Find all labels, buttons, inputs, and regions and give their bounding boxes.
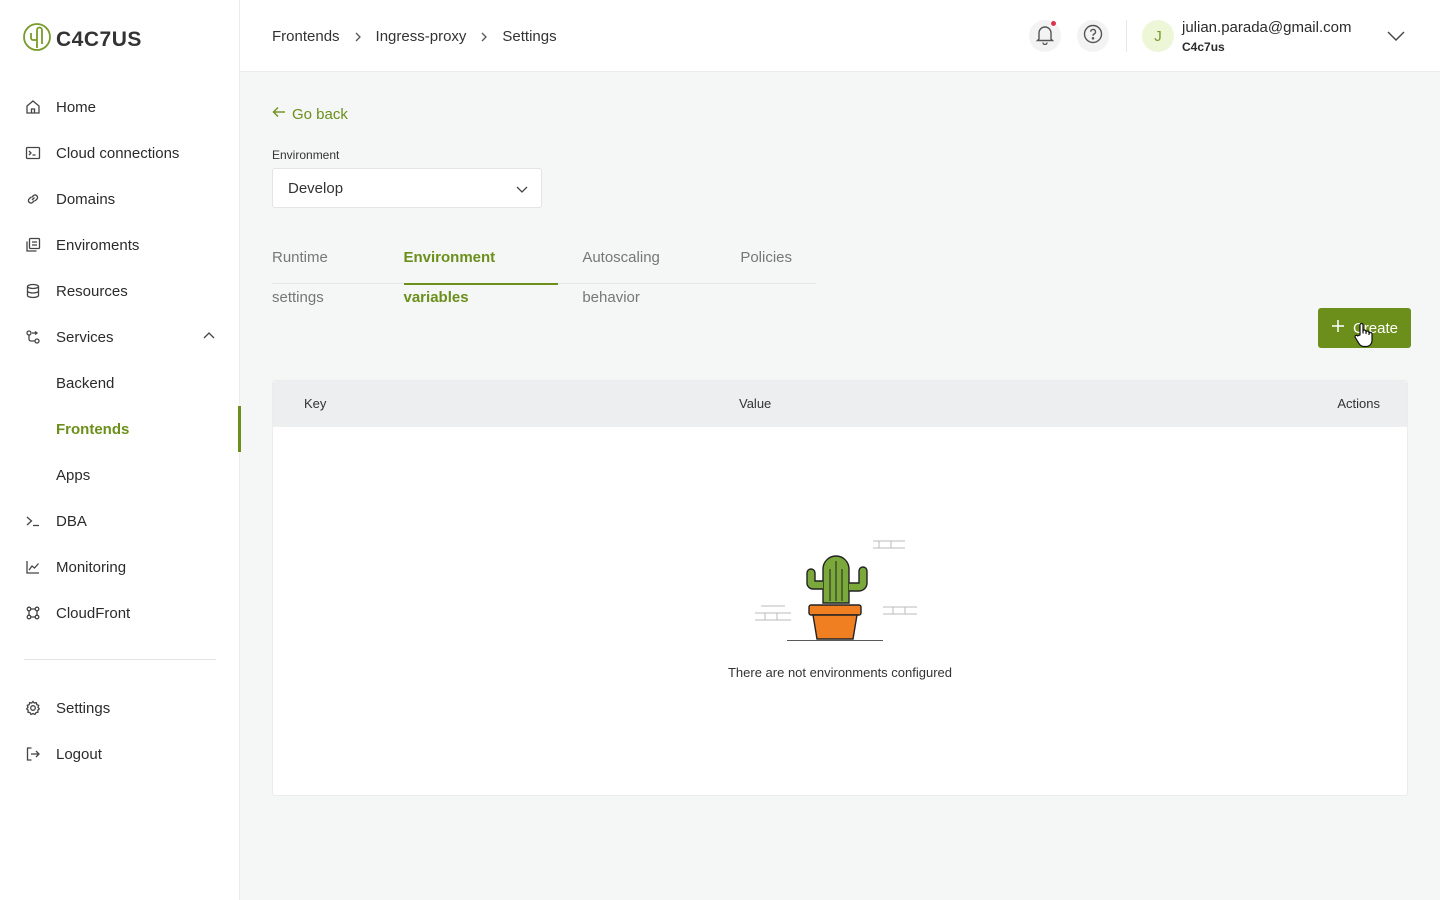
go-back-label: Go back xyxy=(292,105,348,123)
tab-autoscaling-behavior[interactable]: Autoscaling behavior xyxy=(582,238,716,306)
sidebar-item-label: Settings xyxy=(56,699,111,717)
secondary-navigation: Settings Logout xyxy=(0,685,240,777)
terminal-box-icon xyxy=(24,144,42,162)
sidebar-item-label: Enviroments xyxy=(56,236,140,254)
home-icon xyxy=(24,98,42,116)
cactus-pot-illustration-icon xyxy=(273,531,1407,641)
sidebar-item-label: Monitoring xyxy=(56,558,127,576)
sidebar-item-apps[interactable]: Apps xyxy=(0,452,240,498)
top-header: Frontends Ingress-proxy Settings J julia… xyxy=(240,0,1440,72)
breadcrumb-item-settings: Settings xyxy=(502,28,557,45)
avatar[interactable]: J xyxy=(1142,20,1174,52)
sidebar-item-monitoring[interactable]: Monitoring xyxy=(0,544,240,590)
tab-runtime-settings[interactable]: Runtime settings xyxy=(272,238,380,306)
chevron-right-icon xyxy=(478,31,490,43)
breadcrumb: Frontends Ingress-proxy Settings xyxy=(272,28,557,45)
environments-icon xyxy=(24,236,42,254)
tab-environment-variables[interactable]: Environment variables xyxy=(403,238,559,306)
brand-name: C4C7US xyxy=(56,27,142,51)
sidebar-item-settings[interactable]: Settings xyxy=(0,685,240,731)
hand-pointer-cursor-icon xyxy=(1354,322,1374,353)
chevron-up-icon[interactable] xyxy=(202,329,216,347)
sidebar-item-label: Cloud connections xyxy=(56,144,180,162)
environment-select[interactable]: Develop xyxy=(272,168,542,208)
sidebar-item-dba[interactable]: DBA xyxy=(0,498,240,544)
table-header: Key Value Actions xyxy=(273,381,1407,427)
logout-icon xyxy=(24,745,42,763)
notification-dot xyxy=(1050,20,1057,27)
settings-tabs: Runtime settings Environment variables A… xyxy=(272,238,816,306)
sidebar-item-label: Backend xyxy=(56,374,115,392)
gear-icon xyxy=(24,699,42,717)
tab-policies[interactable]: Policies xyxy=(740,238,792,284)
sidebar-item-cloudfront[interactable]: CloudFront xyxy=(0,590,240,636)
sidebar-item-label: Logout xyxy=(56,745,102,763)
help-button[interactable] xyxy=(1077,20,1109,52)
chevron-down-icon xyxy=(515,183,529,200)
breadcrumb-item-frontends[interactable]: Frontends xyxy=(272,28,340,45)
cactus-logo-icon xyxy=(22,22,52,57)
user-organization: C4c7us xyxy=(1182,40,1225,54)
sidebar-item-backend[interactable]: Backend xyxy=(0,360,240,406)
go-back-link[interactable]: Go back xyxy=(272,105,348,123)
sidebar-item-domains[interactable]: Domains xyxy=(0,176,240,222)
sidebar-item-resources[interactable]: Resources xyxy=(0,268,240,314)
environment-select-value: Develop xyxy=(288,179,344,197)
empty-state: There are not environments configured xyxy=(273,531,1407,680)
chevron-right-icon xyxy=(352,31,364,43)
chevron-down-icon[interactable] xyxy=(1386,28,1406,49)
sidebar-divider xyxy=(24,659,216,660)
link-icon xyxy=(24,190,42,208)
prompt-icon xyxy=(24,512,42,530)
arrow-left-icon xyxy=(272,105,286,123)
plus-icon xyxy=(1331,319,1345,337)
sidebar-item-label: Resources xyxy=(56,282,128,300)
column-header-value: Value xyxy=(739,396,772,411)
notifications-button[interactable] xyxy=(1029,20,1061,52)
sidebar-item-services[interactable]: Services xyxy=(0,314,240,360)
cloudfront-icon xyxy=(24,604,42,622)
environment-variables-table: Key Value Actions There are not environm… xyxy=(272,380,1408,796)
empty-state-message: There are not environments configured xyxy=(727,665,952,680)
sidebar-item-label: Domains xyxy=(56,190,116,208)
main-navigation: Home Cloud connections Domains Enviromen… xyxy=(0,84,241,636)
sidebar-item-frontends[interactable]: Frontends xyxy=(0,406,241,452)
sidebar-item-label: Apps xyxy=(56,466,91,484)
sidebar: C4C7US Home Cloud connections Domains En… xyxy=(0,0,241,900)
environment-label: Environment xyxy=(272,148,340,162)
brand-logo[interactable]: C4C7US xyxy=(22,22,142,57)
chart-line-icon xyxy=(24,558,42,576)
sidebar-item-home[interactable]: Home xyxy=(0,84,240,130)
column-header-key: Key xyxy=(304,396,327,411)
sidebar-item-label: Frontends xyxy=(56,420,130,438)
sidebar-item-enviroments[interactable]: Enviroments xyxy=(0,222,240,268)
sidebar-item-cloud-connections[interactable]: Cloud connections xyxy=(0,130,240,176)
database-icon xyxy=(24,282,42,300)
sidebar-item-label: Services xyxy=(56,328,114,346)
sidebar-item-label: CloudFront xyxy=(56,604,131,622)
help-icon xyxy=(1082,23,1104,50)
column-header-actions: Actions xyxy=(1337,396,1380,411)
services-icon xyxy=(24,328,42,346)
sidebar-item-logout[interactable]: Logout xyxy=(0,731,240,777)
sidebar-item-label: DBA xyxy=(56,512,87,530)
sidebar-item-label: Home xyxy=(56,98,97,116)
header-divider xyxy=(1126,20,1127,52)
user-email: julian.parada@gmail.com xyxy=(1182,19,1352,36)
breadcrumb-item-ingress-proxy[interactable]: Ingress-proxy xyxy=(376,28,467,45)
